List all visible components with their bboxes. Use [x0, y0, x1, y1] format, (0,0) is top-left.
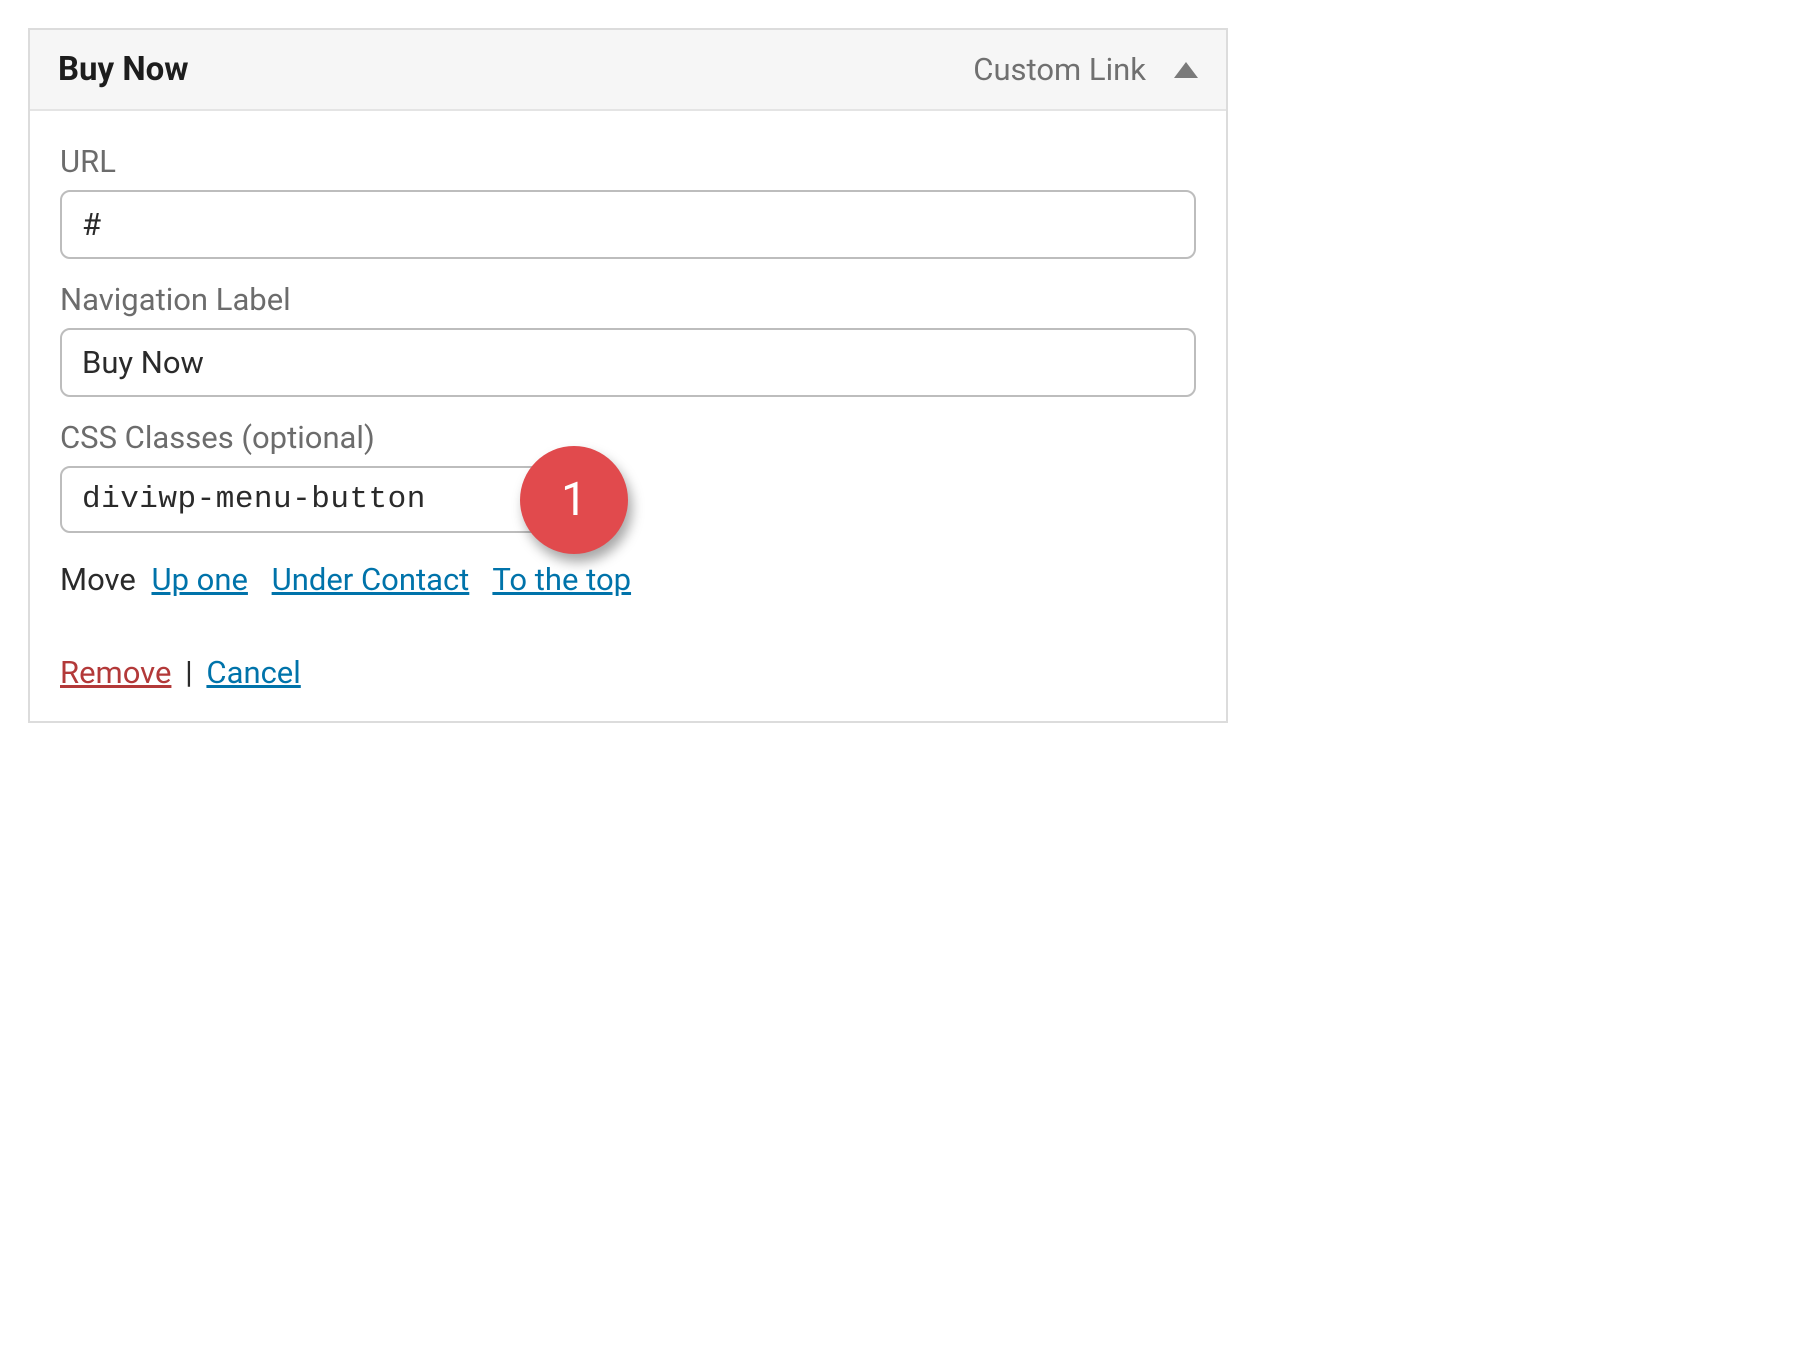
- menu-item-title: Buy Now: [58, 50, 189, 89]
- css-classes-input[interactable]: [60, 466, 566, 533]
- navigation-label-input[interactable]: [60, 328, 1196, 397]
- callout-badge-number: 1: [561, 473, 587, 527]
- css-classes-field-label: CSS Classes (optional): [60, 419, 1196, 456]
- menu-item-type: Custom Link: [973, 51, 1146, 88]
- menu-item-header-right: Custom Link: [973, 51, 1198, 88]
- move-under-contact-link[interactable]: Under Contact: [272, 561, 470, 598]
- actions-separator: |: [185, 654, 193, 691]
- menu-item-panel: Buy Now Custom Link URL Navigation Label…: [28, 28, 1228, 723]
- url-field: URL: [60, 143, 1196, 259]
- move-to-the-top-link[interactable]: To the top: [492, 561, 631, 598]
- collapse-up-icon[interactable]: [1174, 62, 1198, 78]
- move-row: Move Up one Under Contact To the top: [60, 561, 1196, 598]
- url-input[interactable]: [60, 190, 1196, 259]
- actions-row: Remove | Cancel: [60, 654, 1196, 691]
- cancel-link[interactable]: Cancel: [206, 654, 300, 691]
- callout-badge-1: 1: [520, 446, 628, 554]
- move-label: Move: [60, 561, 136, 598]
- navigation-label-field: Navigation Label: [60, 281, 1196, 397]
- menu-item-panel-header[interactable]: Buy Now Custom Link: [30, 30, 1226, 111]
- menu-item-panel-body: URL Navigation Label CSS Classes (option…: [30, 111, 1226, 721]
- navigation-label-field-label: Navigation Label: [60, 281, 1196, 318]
- css-classes-field: CSS Classes (optional) 1: [60, 419, 1196, 533]
- url-field-label: URL: [60, 143, 1196, 180]
- move-up-one-link[interactable]: Up one: [151, 561, 247, 598]
- css-classes-input-wrap: 1: [60, 466, 566, 533]
- remove-link[interactable]: Remove: [60, 654, 171, 691]
